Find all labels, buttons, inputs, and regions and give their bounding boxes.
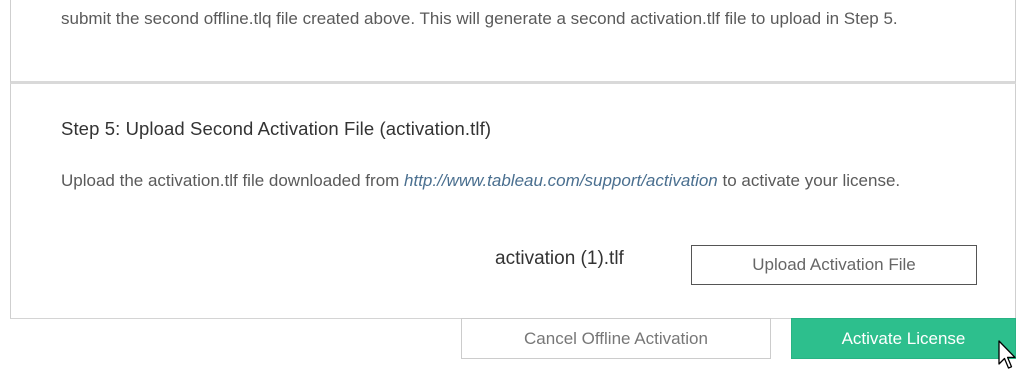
upload-activation-file-button[interactable]: Upload Activation File — [691, 245, 977, 285]
activation-support-link[interactable]: http://www.tableau.com/support/activatio… — [404, 171, 718, 190]
uploaded-file-name: activation (1).tlf — [495, 248, 624, 269]
mouse-pointer-icon — [998, 340, 1016, 369]
step-5-description-prefix: Upload the activation.tlf file downloade… — [61, 171, 405, 190]
step-5-description-suffix: to activate your license. — [717, 171, 901, 190]
activate-license-button[interactable]: Activate License — [791, 318, 1016, 359]
activation-page: submit the second offline.tlq file creat… — [0, 0, 1016, 379]
step-4-description: submit the second offline.tlq file creat… — [61, 9, 898, 28]
step-5-description: Upload the activation.tlf file downloade… — [61, 169, 941, 193]
step-4-card: submit the second offline.tlq file creat… — [10, 0, 1016, 84]
cancel-offline-activation-button[interactable]: Cancel Offline Activation — [461, 318, 771, 359]
step-5-card: Step 5: Upload Second Activation File (a… — [10, 84, 1016, 319]
step-5-title: Step 5: Upload Second Activation File (a… — [61, 118, 492, 139]
